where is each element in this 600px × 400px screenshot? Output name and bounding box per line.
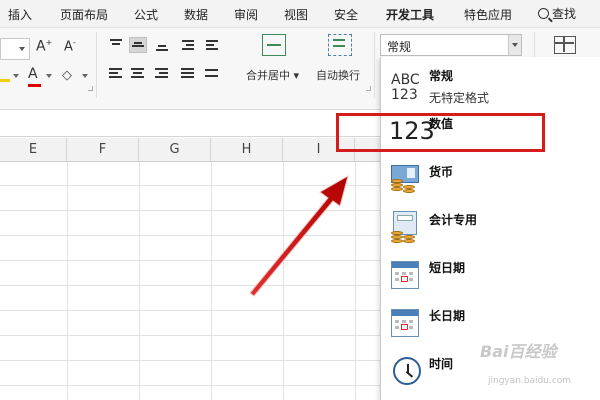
menu-special-apps[interactable]: 特色应用 [464,6,512,23]
format-option-short-date[interactable]: 短日期 [381,253,600,301]
menu-insert[interactable]: 插入 [8,6,32,23]
chevron-down-icon[interactable] [508,35,521,55]
menu-developer[interactable]: 开发工具 [386,6,434,23]
distribute-icon[interactable] [204,66,220,80]
alignment-dialog-launcher[interactable] [366,86,371,91]
format-option-label: 长日期 [429,309,466,323]
column-header-F[interactable]: F [67,138,139,162]
menu-data[interactable]: 数据 [184,6,208,23]
format-option-label: 时间 [429,357,454,371]
annotation-arrow [249,174,349,297]
grow-font-button[interactable]: A+ [36,38,52,55]
font-color-dropdown-icon[interactable] [46,74,52,78]
annotation-highlight-box [336,113,545,152]
indent-decrease-icon[interactable] [180,38,196,52]
table-style-icon[interactable] [554,36,576,54]
abc-icon-bottom: 123 [391,87,418,103]
font-color-button[interactable]: A [28,66,41,87]
format-option-label: 会计专用 [429,213,478,227]
menu-security[interactable]: 安全 [334,6,358,23]
align-top-icon[interactable] [108,38,124,52]
align-bottom-icon[interactable] [154,38,170,52]
merge-center-button[interactable]: 合并居中 ▾ [246,67,299,83]
currency-icon [389,163,421,197]
number-format-value: 常规 [387,40,412,54]
grow-font-label: A [36,38,46,55]
search-label: 查找 [552,7,577,21]
align-right-icon[interactable] [154,66,170,80]
fill-color-icon[interactable] [0,68,10,82]
align-center-icon[interactable] [130,66,146,80]
format-option-currency[interactable]: 货币 [381,157,600,205]
merge-center-label: 合并居中 [246,69,290,82]
column-header-H[interactable]: H [211,138,283,162]
fill-color-dropdown-icon[interactable] [13,74,19,78]
shrink-font-label: A [64,39,73,55]
search-icon [538,8,549,19]
align-left-icon[interactable] [108,66,124,80]
clock-icon [389,355,421,389]
wrap-text-button[interactable]: 自动换行 [316,67,360,83]
shrink-font-button[interactable]: A- [64,38,76,54]
align-justify-icon[interactable] [180,66,196,80]
menu-page-layout[interactable]: 页面布局 [60,6,108,23]
merge-center-icon[interactable] [262,34,286,56]
wrap-text-icon[interactable] [328,34,352,56]
format-option-label: 短日期 [429,261,466,275]
format-option-label: 常规 [429,69,454,83]
font-color-bar [28,84,41,87]
menu-review[interactable]: 审阅 [234,6,258,23]
calendar-long-icon [389,307,421,341]
column-header-G[interactable]: G [139,138,211,162]
menu-bar: 插入 页面布局 公式 数据 审阅 视图 安全 开发工具 特色应用 查找 [0,0,600,28]
abc-icon-top: ABC [391,72,420,88]
group-separator [96,32,97,98]
abc-123-icon: ABC 123 [391,73,420,103]
number-format-select[interactable]: 常规 [380,34,522,56]
accounting-icon [389,211,421,245]
font-dialog-launcher[interactable] [88,86,93,91]
group-separator-2 [374,32,375,98]
menu-view[interactable]: 视图 [284,6,308,23]
clear-format-icon[interactable]: ◇ [62,68,72,83]
align-middle-icon[interactable] [129,37,147,53]
search-button[interactable]: 查找 [538,5,576,22]
format-option-accounting[interactable]: 会计专用 [381,205,600,253]
watermark-url: jingyan.baidu.com [488,376,572,386]
clear-dropdown-icon[interactable] [82,74,88,78]
calendar-short-icon [389,259,421,293]
format-option-general[interactable]: ABC 123 常规 无特定格式 [381,61,600,109]
font-color-label: A [28,66,38,82]
watermark-logo: Bai百经验 [480,342,557,361]
format-option-desc: 无特定格式 [429,91,490,105]
font-size-select[interactable] [0,38,30,60]
menu-formulas[interactable]: 公式 [134,6,158,23]
column-header-E[interactable]: E [0,138,67,162]
indent-increase-icon[interactable] [204,38,220,52]
format-option-label: 货币 [429,165,454,179]
